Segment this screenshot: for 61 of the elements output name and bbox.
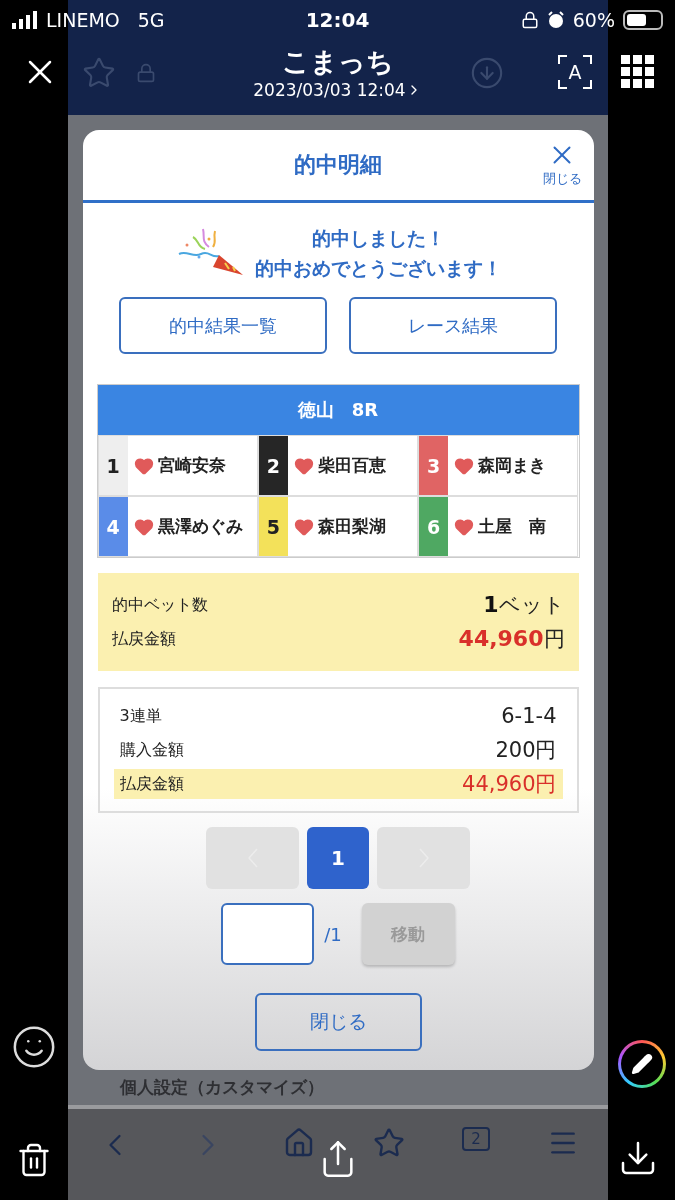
racer-number: 4	[98, 497, 128, 556]
unit-text: 円	[543, 626, 565, 653]
page-input[interactable]	[221, 903, 315, 965]
bet-label: 3連単	[119, 705, 162, 727]
alarm-icon	[546, 11, 565, 29]
date-text: 2023/03/03 12:04	[253, 80, 406, 100]
heart-icon	[293, 455, 314, 476]
grid-icon[interactable]	[621, 55, 655, 89]
viewer-title: こまっち	[281, 45, 394, 79]
trash-icon[interactable]	[16, 1142, 52, 1178]
bet-value: 200円	[495, 737, 557, 764]
heart-icon	[293, 516, 314, 537]
link-button[interactable]: レース結果	[349, 297, 557, 354]
star-icon	[82, 55, 116, 90]
pencil-icon	[630, 1053, 653, 1075]
racer-name: 黒澤めぐみ	[157, 515, 243, 538]
download-icon	[470, 55, 504, 90]
heart-icon	[454, 516, 475, 537]
summary-label: 的中ベット数	[111, 594, 208, 616]
racer-name: 森岡まき	[478, 454, 547, 477]
lock-icon	[136, 62, 156, 83]
summary-value: 44,960	[458, 626, 544, 651]
clock-text: 12:04	[305, 8, 370, 32]
racer-number: 1	[98, 436, 128, 495]
racer-name: 森田梨湖	[317, 515, 386, 538]
message-text: 的中しました！	[311, 226, 445, 251]
signal-icon	[12, 11, 38, 29]
bet-label: 払戻金額	[119, 773, 184, 795]
racer-name: 宮崎安奈	[157, 454, 226, 477]
network-text: 5G	[137, 9, 165, 31]
close-button[interactable]: 閉じる	[542, 140, 582, 188]
heart-icon	[454, 455, 475, 476]
summary-value: 1	[483, 592, 499, 617]
bet-value: 44,960円	[462, 771, 557, 798]
star-icon[interactable]	[372, 1127, 405, 1159]
modal-title: 的中明細	[294, 151, 382, 179]
live-text-button[interactable]: A	[557, 54, 593, 90]
battery-icon	[623, 10, 663, 30]
settings-heading: 個人設定（カスタマイズ）	[120, 1076, 324, 1098]
bet-label: 購入金額	[119, 739, 184, 761]
page-total: /1	[324, 923, 342, 945]
smiley-icon[interactable]	[11, 1024, 57, 1070]
page-button[interactable]: 1	[307, 827, 369, 889]
rotation-lock-icon	[520, 11, 539, 29]
unit-text: ベット	[498, 592, 565, 619]
summary-label: 払戻金額	[111, 628, 176, 650]
racer-number: 5	[258, 497, 288, 556]
carrier-text: LINEMO	[46, 9, 120, 31]
close-button[interactable]: 閉じる	[254, 993, 422, 1051]
racer-number: 6	[419, 497, 449, 556]
racer-number: 2	[258, 436, 288, 495]
race-header: 徳山 8R	[97, 385, 579, 435]
racer-number: 3	[419, 436, 449, 495]
heart-icon	[133, 516, 154, 537]
battery-percent: 60%	[572, 9, 615, 31]
bet-value: 6-1-4	[501, 704, 557, 728]
racer-name: 土屋 南	[478, 515, 547, 538]
heart-icon	[133, 455, 154, 476]
message-text: 的中おめでとうございます！	[254, 256, 502, 281]
link-button[interactable]: 的中結果一覧	[119, 297, 327, 354]
racer-name: 柴田百恵	[317, 454, 386, 477]
